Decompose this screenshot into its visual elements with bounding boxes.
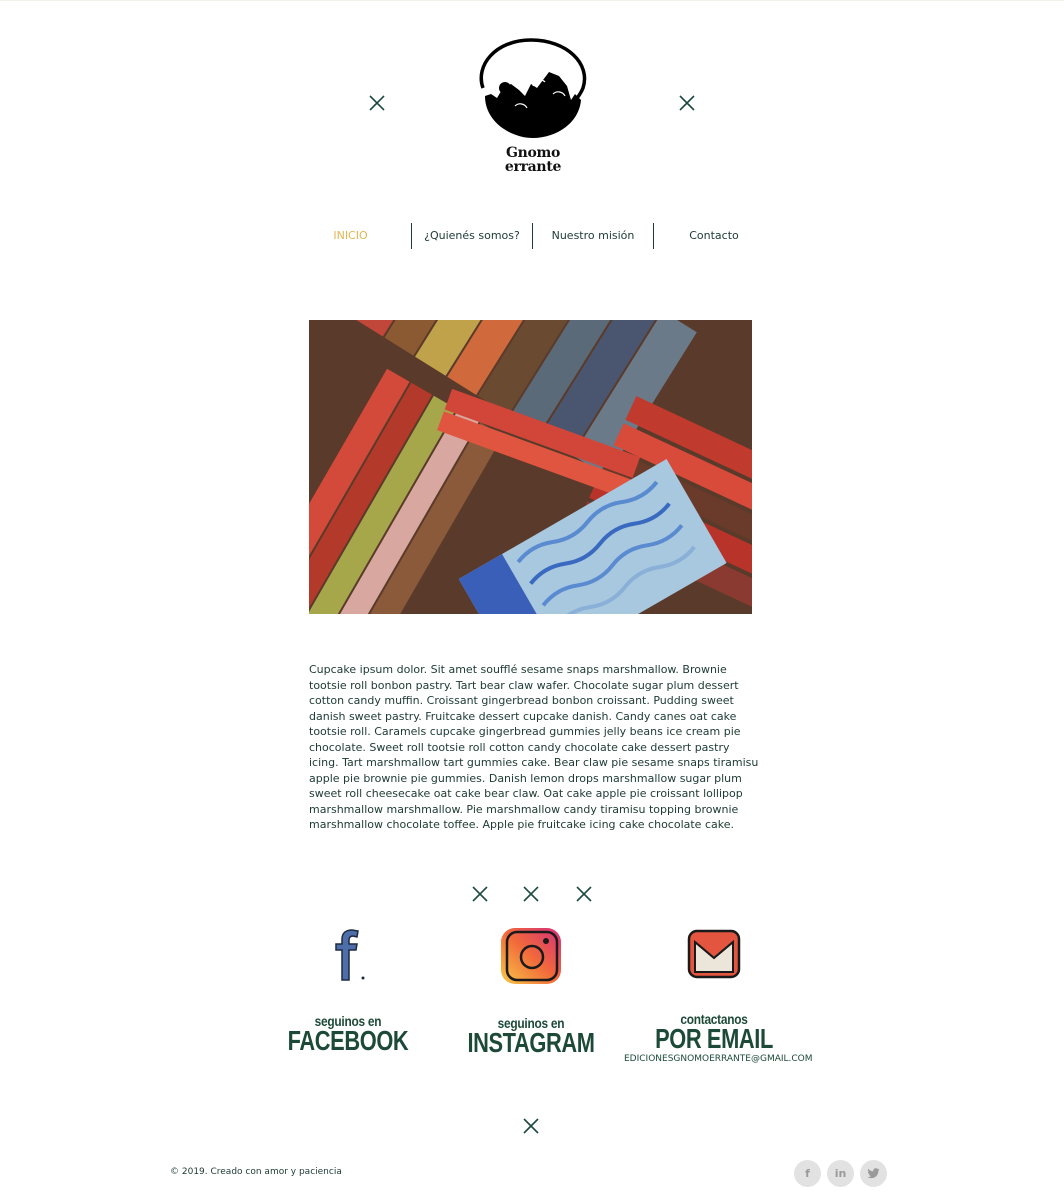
social-email[interactable]: contactanos POR EMAIL EDICIONESGNOMOERRA… xyxy=(624,928,813,1064)
facebook-big-label: FACEBOOK xyxy=(287,1025,409,1056)
close-icon xyxy=(574,884,594,904)
close-icon xyxy=(367,93,387,113)
body-paragraph: Cupcake ipsum dolor. Sit amet soufflé se… xyxy=(309,663,759,831)
close-icon xyxy=(470,884,490,904)
gnome-logo-icon xyxy=(479,38,587,138)
hero-image-books xyxy=(309,320,752,614)
logo-line2: errante xyxy=(504,159,562,175)
footer-copyright: © 2019. Creado con amor y paciencia xyxy=(170,1167,342,1177)
close-icon xyxy=(521,1116,541,1136)
close-icon xyxy=(677,93,697,113)
nav-item-quienes-somos[interactable]: ¿Quienés somos? xyxy=(411,223,532,249)
social-instagram[interactable]: seguinos en INSTAGRAM xyxy=(441,926,621,1058)
nav-item-nuestra-mision[interactable]: Nuestro misión xyxy=(532,223,653,249)
close-icon xyxy=(521,884,541,904)
social-facebook[interactable]: seguinos en FACEBOOK xyxy=(258,928,438,1056)
nav-item-inicio[interactable]: INICIO xyxy=(290,223,411,249)
logo-wordmark: Gnomo errante xyxy=(474,146,592,174)
footer-twitter-icon[interactable] xyxy=(860,1160,887,1187)
email-big-label: POR EMAIL xyxy=(655,1023,773,1054)
logo-line1: Gnomo xyxy=(505,145,561,161)
main-nav: INICIO ¿Quienés somos? Nuestro misión Co… xyxy=(290,223,774,249)
footer-social-buttons: f in xyxy=(794,1160,887,1187)
footer-linkedin-icon[interactable]: in xyxy=(827,1160,854,1187)
instagram-big-label: INSTAGRAM xyxy=(467,1027,595,1058)
gmail-icon xyxy=(687,929,741,979)
instagram-icon xyxy=(501,928,561,984)
facebook-icon xyxy=(335,929,365,981)
email-address[interactable]: EDICIONESGNOMOERRANTE@GMAIL.COM xyxy=(624,1054,813,1064)
top-divider xyxy=(0,0,1064,1)
nav-item-contacto[interactable]: Contacto xyxy=(653,223,774,249)
site-logo[interactable]: Gnomo errante xyxy=(474,36,592,174)
footer-facebook-icon[interactable]: f xyxy=(794,1160,821,1187)
